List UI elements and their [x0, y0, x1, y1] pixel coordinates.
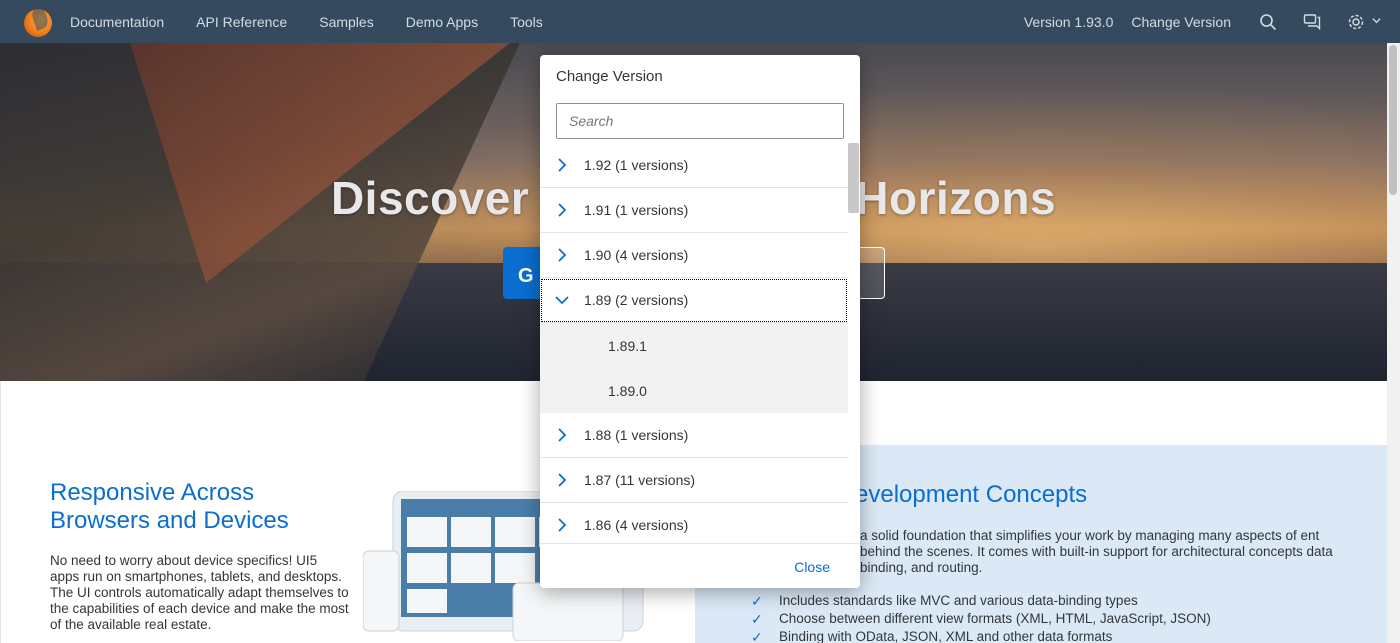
version-group-row[interactable]: 1.88 (1 versions) — [540, 413, 848, 458]
version-group-label: 1.86 (4 versions) — [584, 517, 689, 533]
version-group-row[interactable]: 1.90 (4 versions) — [540, 233, 848, 278]
version-group-label: 1.92 (1 versions) — [584, 157, 689, 173]
feedback-icon[interactable] — [1301, 11, 1323, 33]
page-scrollbar-thumb[interactable] — [1389, 45, 1397, 195]
nav-api-reference[interactable]: API Reference — [196, 14, 287, 30]
responsive-heading: Responsive Across Browsers and Devices — [50, 479, 289, 534]
version-group-label: 1.91 (1 versions) — [584, 202, 689, 218]
version-group-label: 1.89 (2 versions) — [584, 292, 689, 308]
development-concepts-text: a solid foundation that simplifies your … — [860, 528, 1333, 575]
chevron-right-icon[interactable] — [554, 247, 570, 263]
version-item-1-89-1[interactable]: 1.89.1 — [540, 323, 848, 368]
version-group-row[interactable]: 1.87 (11 versions) — [540, 458, 848, 503]
list-item: ✓ Choose between different view formats (… — [751, 611, 1211, 627]
nav-demo-apps[interactable]: Demo Apps — [406, 14, 478, 30]
page-scrollbar[interactable] — [1387, 43, 1400, 643]
chevron-right-icon[interactable] — [554, 517, 570, 533]
change-version-dialog: Change Version 1.92 (1 versions) 1.91 (1… — [540, 55, 860, 588]
version-group-label: 1.88 (1 versions) — [584, 427, 689, 443]
version-group-label: 1.87 (11 versions) — [584, 472, 696, 488]
version-label: Version 1.93.0 — [1023, 13, 1114, 30]
search-field[interactable] — [556, 103, 844, 139]
chevron-down-icon — [1371, 13, 1382, 31]
responsive-text: No need to worry about device specifics!… — [50, 553, 349, 632]
chevron-right-icon[interactable] — [554, 427, 570, 443]
list-item: ✓ Includes standards like MVC and various… — [751, 593, 1138, 609]
dialog-footer: Close — [540, 543, 860, 588]
chevron-right-icon[interactable] — [554, 202, 570, 218]
shell-header: Documentation API Reference Samples Demo… — [0, 0, 1400, 43]
version-group-row-expanded[interactable]: 1.89 (2 versions) — [540, 278, 848, 323]
chevron-right-icon[interactable] — [554, 157, 570, 173]
ui5-logo-icon[interactable] — [20, 4, 54, 39]
version-group-row[interactable]: 1.92 (1 versions) — [540, 143, 848, 188]
version-group-row[interactable]: 1.86 (4 versions) — [540, 503, 848, 543]
concepts-list: ✓ Includes standards like MVC and various… — [751, 592, 1211, 643]
close-button[interactable]: Close — [794, 559, 830, 575]
dialog-title: Change Version — [556, 68, 663, 85]
nav-tools[interactable]: Tools — [510, 14, 543, 30]
dialog-scrollbar[interactable] — [848, 143, 860, 543]
chevron-down-icon[interactable] — [554, 292, 570, 308]
version-tree: 1.92 (1 versions) 1.91 (1 versions) 1.90… — [540, 143, 848, 543]
checkmark-icon: ✓ — [751, 629, 763, 643]
nav-samples[interactable]: Samples — [319, 14, 373, 30]
dialog-scrollbar-thumb[interactable] — [848, 143, 859, 213]
chevron-right-icon[interactable] — [554, 472, 570, 488]
version-group-label: 1.90 (4 versions) — [584, 247, 689, 263]
version-group-row[interactable]: 1.91 (1 versions) — [540, 188, 848, 233]
version-search-input[interactable] — [557, 104, 843, 138]
checkmark-icon: ✓ — [751, 593, 763, 609]
checkmark-icon: ✓ — [751, 611, 763, 627]
change-version-link[interactable]: Change Version — [1131, 14, 1231, 30]
nav-documentation[interactable]: Documentation — [70, 14, 164, 30]
search-icon[interactable] — [1257, 11, 1279, 33]
version-item-1-89-0[interactable]: 1.89.0 — [540, 368, 848, 413]
gear-icon — [1345, 11, 1367, 33]
list-item: ✓ Binding with OData, JSON, XML and other… — [751, 628, 1211, 643]
settings-menu[interactable] — [1345, 11, 1382, 33]
development-concepts-heading: evelopment Concepts — [855, 481, 1088, 508]
